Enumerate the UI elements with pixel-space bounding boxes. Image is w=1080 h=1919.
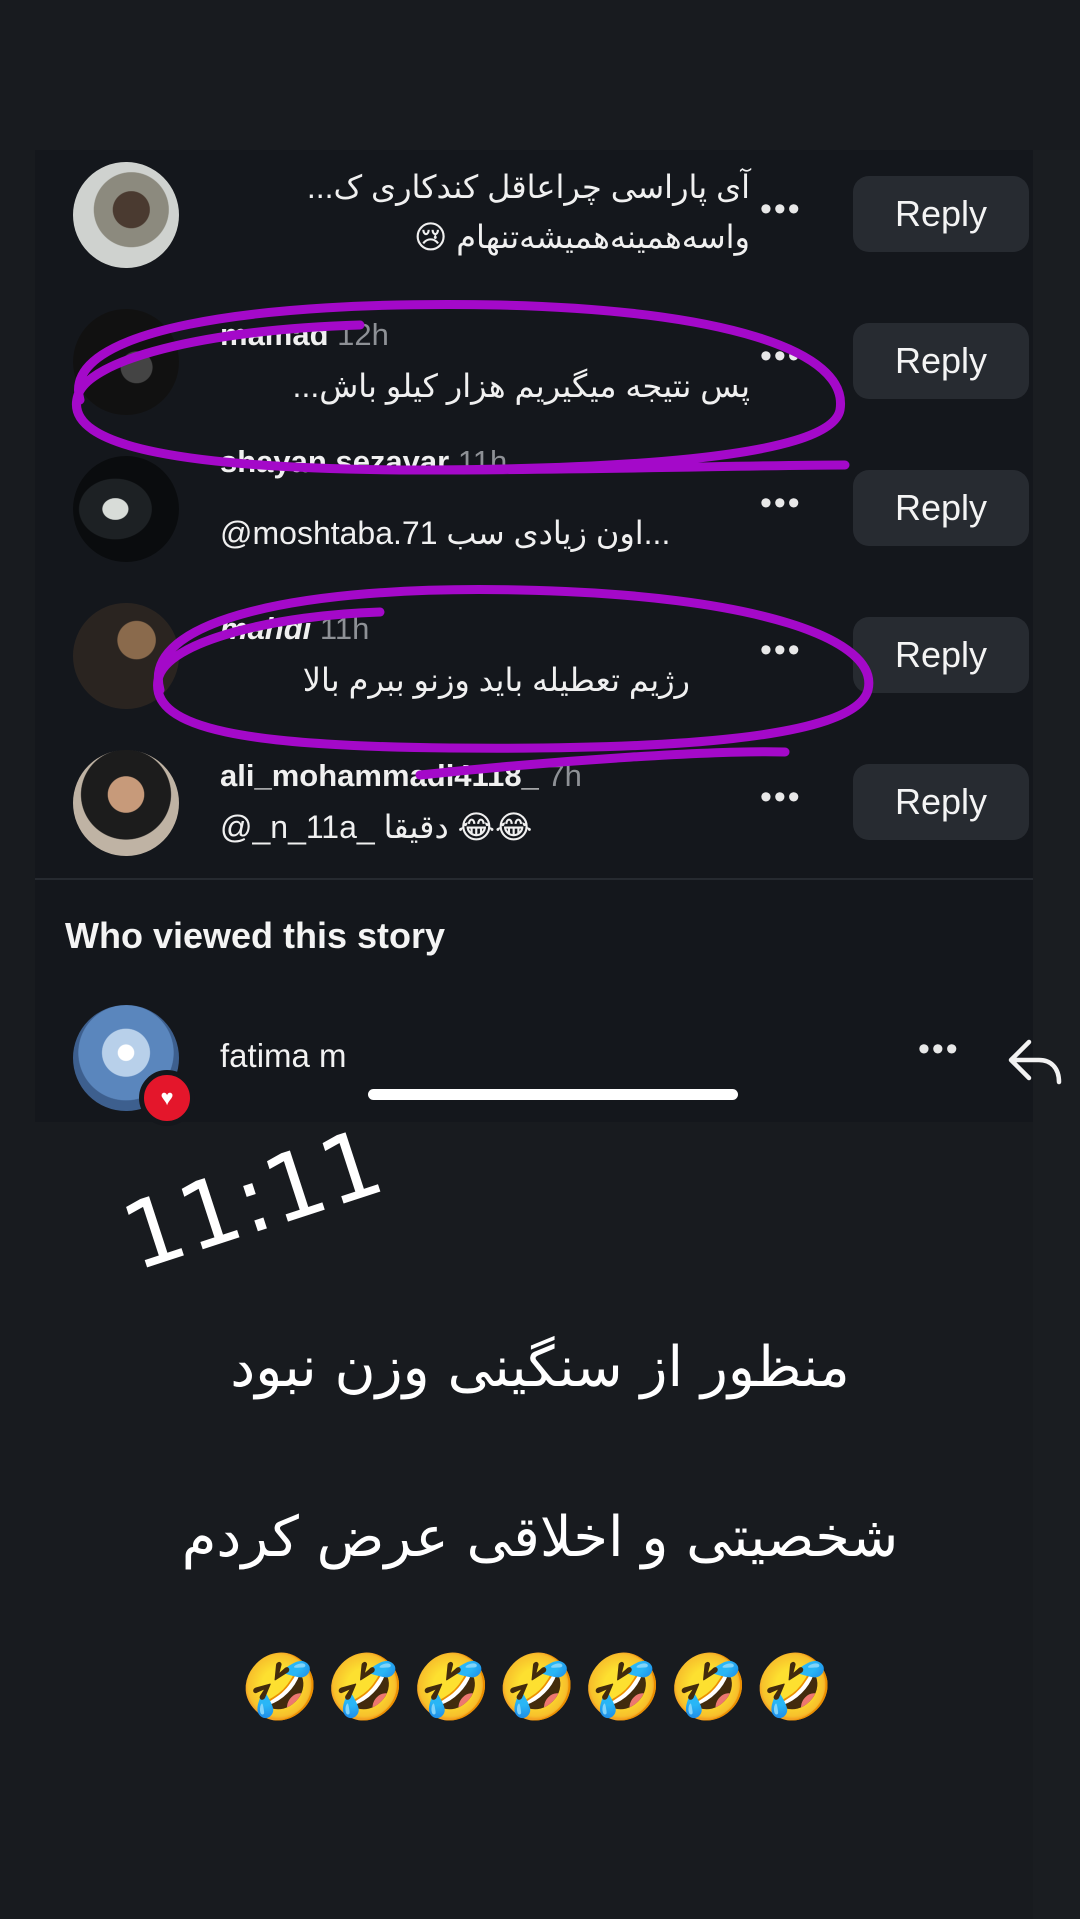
timestamp: 11h	[319, 611, 370, 646]
comment-header: shayan.sezavar 11h	[220, 444, 507, 480]
more-options-icon[interactable]: •••	[760, 778, 802, 817]
story-text-line-2: شخصیتی و اخلاقی عرض کردم	[181, 1505, 899, 1570]
comment-row: mamad 12h پس نتیجه میگیریم هزار کیلو باش…	[35, 297, 1033, 427]
comment-row: آی پاراسی چراعاقل کندکاری ک... واسه‌همین…	[35, 150, 1033, 280]
avatar[interactable]	[73, 750, 179, 856]
viewers-section-title: Who viewed this story	[65, 915, 446, 956]
username[interactable]: mahdi	[220, 611, 311, 646]
comment-text: @_n_11a_ دقیقا 😂😂	[220, 809, 533, 845]
avatar[interactable]	[73, 603, 179, 709]
comment-header: ali_mohammadi4118_ 7h	[220, 758, 582, 794]
username[interactable]: ali_mohammadi4118_	[220, 758, 539, 793]
viewer-name[interactable]: fatima m	[220, 1037, 347, 1075]
more-options-icon[interactable]: •••	[760, 631, 802, 670]
reply-arrow-icon[interactable]	[1005, 1036, 1065, 1086]
story-time-sticker: 11:11	[110, 1108, 396, 1292]
comment-header: mamad 12h	[220, 317, 389, 353]
comment-text: رژیم تعطیله باید وزنو ببرم بالا	[302, 662, 690, 698]
section-divider	[35, 878, 1033, 880]
comment-text: @moshtaba.71 اون زیادی سب...	[220, 515, 671, 551]
viewer-more-options-icon[interactable]: •••	[918, 1030, 960, 1069]
timestamp: 11h	[457, 444, 508, 479]
reply-button[interactable]: Reply	[853, 323, 1029, 399]
comment-text: آی پاراسی چراعاقل کندکاری ک...	[306, 169, 750, 205]
more-options-icon[interactable]: •••	[760, 190, 802, 229]
reply-button[interactable]: Reply	[853, 470, 1029, 546]
home-indicator[interactable]	[368, 1089, 738, 1100]
timestamp: 7h	[547, 758, 582, 793]
avatar[interactable]	[73, 162, 179, 268]
avatar[interactable]	[73, 309, 179, 415]
username[interactable]: mamad	[220, 317, 329, 352]
more-options-icon[interactable]: •••	[760, 337, 802, 376]
comments-sheet: آی پاراسی چراعاقل کندکاری ک... واسه‌همین…	[35, 150, 1062, 1126]
timestamp: 12h	[337, 317, 389, 352]
status-area	[0, 0, 1080, 150]
comment-text: پس نتیجه میگیریم هزار کیلو باش...	[292, 368, 750, 404]
comment-row: ali_mohammadi4118_ 7h @_n_11a_ دقیقا 😂😂 …	[35, 738, 1033, 868]
story-emoji-row: 🤣🤣🤣🤣🤣🤣🤣	[240, 1651, 840, 1725]
reply-button[interactable]: Reply	[853, 176, 1029, 252]
avatar[interactable]	[73, 456, 179, 562]
comment-row: shayan.sezavar 11h @moshtaba.71 اون زیاد…	[35, 444, 1033, 574]
comment-row: mahdi 11h رژیم تعطیله باید وزنو ببرم بال…	[35, 591, 1033, 721]
comment-text-line2: واسه‌همینه‌همیشه‌تنهام 😢	[413, 219, 750, 255]
reply-button[interactable]: Reply	[853, 764, 1029, 840]
comment-header: mahdi 11h	[220, 611, 369, 647]
username[interactable]: shayan.sezavar	[220, 444, 449, 479]
more-options-icon[interactable]: •••	[760, 484, 802, 523]
reply-button[interactable]: Reply	[853, 617, 1029, 693]
heart-like-icon: ♥	[139, 1070, 195, 1126]
story-text-line-1: منظور از سنگینی وزن نبود	[230, 1335, 850, 1400]
